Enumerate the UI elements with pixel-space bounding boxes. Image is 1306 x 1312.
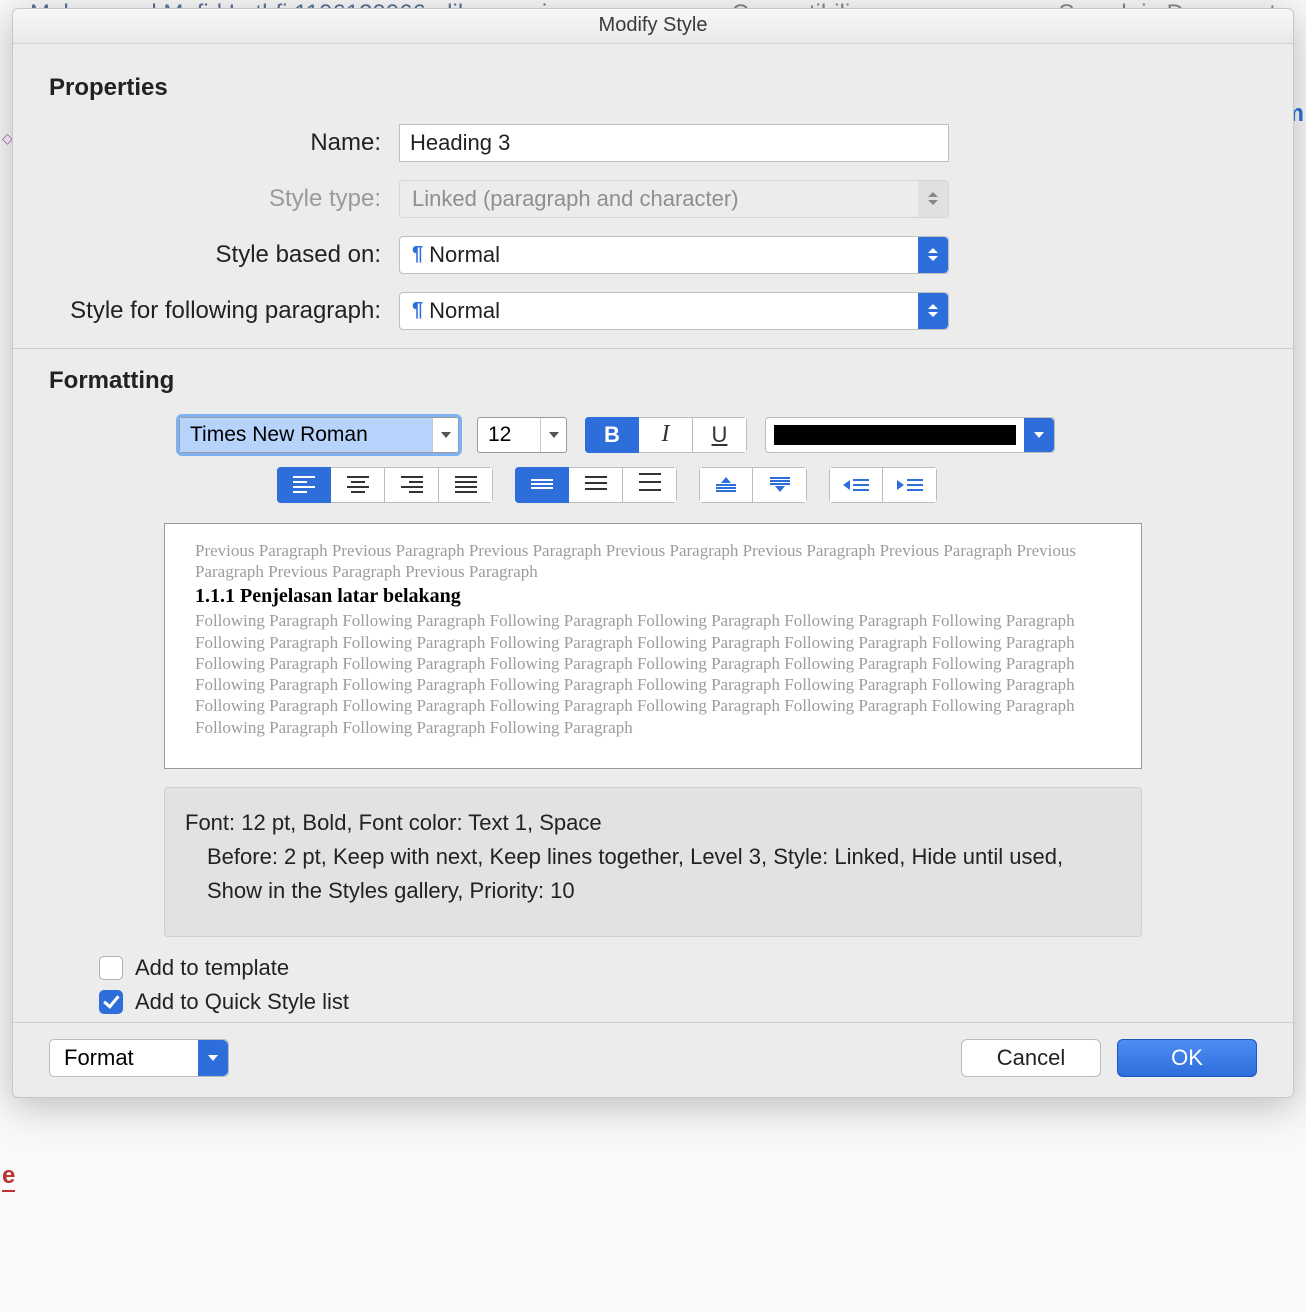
desc-line-1: Font: 12 pt, Bold, Font color: Text 1, S…: [185, 810, 602, 835]
chevron-down-icon[interactable]: [540, 418, 566, 452]
desc-line-2: Before: 2 pt, Keep with next, Keep lines…: [185, 840, 1121, 908]
based-on-select[interactable]: ¶ Normal: [399, 236, 949, 274]
font-family-combo[interactable]: Times New Roman: [179, 417, 459, 453]
add-to-template-label: Add to template: [135, 955, 289, 981]
preview-next-text: Following Paragraph Following Paragraph …: [195, 610, 1111, 738]
align-justify-button[interactable]: [439, 467, 493, 503]
label-following: Style for following paragraph:: [49, 297, 399, 325]
font-color-select[interactable]: [765, 417, 1055, 453]
line-spacing-single-button[interactable]: [515, 467, 569, 503]
format-button-label: Format: [64, 1045, 134, 1071]
space-before-button[interactable]: [699, 467, 753, 503]
name-input[interactable]: [399, 124, 949, 162]
add-to-template-checkbox[interactable]: [99, 956, 123, 980]
preview-sample-text: 1.1.1 Penjelasan latar belakang: [195, 582, 1111, 610]
style-type-select: Linked (paragraph and character): [399, 180, 949, 218]
stepper-icon[interactable]: [918, 237, 948, 273]
line-spacing-double-button[interactable]: [623, 467, 677, 503]
bold-button[interactable]: B: [585, 417, 639, 453]
decrease-indent-button[interactable]: [829, 467, 883, 503]
color-swatch: [774, 425, 1016, 445]
align-left-button[interactable]: [277, 467, 331, 503]
section-properties: Properties: [49, 74, 1257, 102]
style-type-value: Linked (paragraph and character): [412, 186, 739, 212]
preview-prev-text: Previous Paragraph Previous Paragraph Pr…: [195, 540, 1111, 583]
font-size-combo[interactable]: 12: [477, 417, 567, 453]
increase-indent-button[interactable]: [883, 467, 937, 503]
pilcrow-icon: ¶: [412, 243, 423, 266]
following-select[interactable]: ¶ Normal: [399, 292, 949, 330]
format-menu-button[interactable]: Format: [49, 1039, 229, 1077]
section-formatting: Formatting: [49, 367, 1257, 395]
ok-button[interactable]: OK: [1117, 1039, 1257, 1077]
modify-style-dialog: Modify Style Properties Name: Style type…: [12, 8, 1294, 1098]
align-center-button[interactable]: [331, 467, 385, 503]
add-to-quick-style-checkbox[interactable]: [99, 990, 123, 1014]
style-description: Font: 12 pt, Bold, Font color: Text 1, S…: [164, 787, 1142, 937]
space-after-button[interactable]: [753, 467, 807, 503]
pilcrow-icon: ¶: [412, 299, 423, 322]
biu-group: B I U: [585, 417, 747, 453]
bg-cut-e: e: [2, 1162, 15, 1192]
chevron-down-icon[interactable]: [1024, 418, 1054, 452]
italic-button[interactable]: I: [639, 417, 693, 453]
align-right-button[interactable]: [385, 467, 439, 503]
underline-button[interactable]: U: [693, 417, 747, 453]
based-on-value: Normal: [429, 242, 500, 268]
divider: [13, 348, 1293, 349]
chevron-down-icon[interactable]: [432, 418, 458, 452]
font-family-value: Times New Roman: [180, 418, 432, 452]
chevron-down-icon[interactable]: [198, 1040, 228, 1076]
label-name: Name:: [49, 129, 399, 157]
line-spacing-15-button[interactable]: [569, 467, 623, 503]
add-to-quick-style-label: Add to Quick Style list: [135, 989, 349, 1015]
cancel-button[interactable]: Cancel: [961, 1039, 1101, 1077]
stepper-icon[interactable]: [918, 293, 948, 329]
font-size-value: 12: [478, 423, 540, 447]
label-based-on: Style based on:: [49, 241, 399, 269]
label-style-type: Style type:: [49, 185, 399, 213]
style-preview: Previous Paragraph Previous Paragraph Pr…: [164, 523, 1142, 769]
stepper-icon: [918, 181, 948, 217]
following-value: Normal: [429, 298, 500, 324]
dialog-title: Modify Style: [13, 9, 1293, 44]
